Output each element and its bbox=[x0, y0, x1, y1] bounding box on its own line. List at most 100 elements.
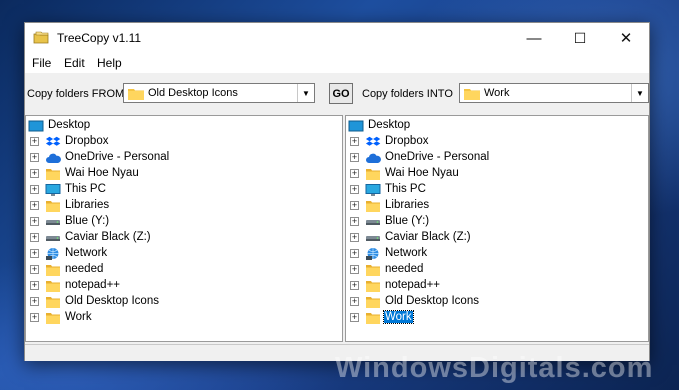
tree-item-label: Work bbox=[65, 311, 92, 323]
folder-icon bbox=[366, 297, 380, 308]
folder-icon bbox=[46, 297, 60, 308]
tree-item[interactable]: + This PC bbox=[346, 182, 648, 198]
tree-item-label: Caviar Black (Z:) bbox=[385, 231, 471, 243]
tree-item-label: needed bbox=[65, 263, 104, 275]
close-button[interactable]: ✕ bbox=[603, 23, 649, 53]
maximize-button[interactable]: ☐ bbox=[557, 23, 603, 53]
expand-icon[interactable]: + bbox=[30, 233, 39, 242]
menu-edit[interactable]: Edit bbox=[64, 56, 85, 70]
tree-item[interactable]: + Old Desktop Icons bbox=[26, 294, 342, 310]
folder-icon bbox=[128, 89, 144, 100]
tree-item[interactable]: + Dropbox bbox=[26, 134, 342, 150]
tree-item-label: This PC bbox=[65, 183, 106, 195]
chevron-down-icon[interactable]: ▼ bbox=[297, 84, 314, 102]
tree-item-label: Work bbox=[383, 310, 414, 324]
tree-item-label: Blue (Y:) bbox=[385, 215, 430, 227]
expand-icon[interactable]: + bbox=[350, 217, 359, 226]
drive-icon bbox=[366, 236, 380, 241]
tree-item[interactable]: + Caviar Black (Z:) bbox=[26, 230, 342, 246]
tree-item[interactable]: + This PC bbox=[26, 182, 342, 198]
tree-item-label: Wai Hoe Nyau bbox=[65, 167, 139, 179]
drive-icon bbox=[46, 220, 60, 225]
folder-icon bbox=[46, 281, 60, 292]
desktop-icon bbox=[28, 120, 44, 132]
tree-item[interactable]: + Wai Hoe Nyau bbox=[346, 166, 648, 182]
tree-item[interactable]: + needed bbox=[26, 262, 342, 278]
expand-icon[interactable]: + bbox=[350, 201, 359, 210]
expand-icon[interactable]: + bbox=[30, 249, 39, 258]
tree-item[interactable]: + Wai Hoe Nyau bbox=[26, 166, 342, 182]
tree-item[interactable]: + OneDrive - Personal bbox=[26, 150, 342, 166]
network-icon bbox=[46, 248, 59, 260]
tree-item[interactable]: + notepad++ bbox=[346, 278, 648, 294]
tree-item[interactable]: + Work bbox=[346, 310, 648, 326]
expand-icon[interactable]: + bbox=[30, 313, 39, 322]
expand-icon[interactable]: + bbox=[350, 297, 359, 306]
monitor-icon bbox=[365, 184, 381, 196]
dropbox-icon bbox=[45, 136, 61, 146]
tree-item[interactable]: + Network bbox=[346, 246, 648, 262]
menu-bar: File Edit Help bbox=[25, 53, 649, 73]
expand-icon[interactable]: + bbox=[350, 313, 359, 322]
tree-item-label: notepad++ bbox=[65, 279, 121, 291]
tree-item-label: Old Desktop Icons bbox=[385, 295, 479, 307]
expand-icon[interactable]: + bbox=[350, 185, 359, 194]
tree-item[interactable]: + notepad++ bbox=[26, 278, 342, 294]
expand-icon[interactable]: + bbox=[30, 265, 39, 274]
expand-icon[interactable]: + bbox=[350, 233, 359, 242]
app-icon bbox=[33, 31, 49, 44]
tree-item-label: OneDrive - Personal bbox=[65, 151, 170, 163]
drive-icon bbox=[46, 236, 60, 241]
tree-item-label: Caviar Black (Z:) bbox=[65, 231, 151, 243]
copy-into-combo[interactable]: Work ▼ bbox=[459, 83, 649, 103]
expand-icon[interactable]: + bbox=[350, 249, 359, 258]
source-tree-pane[interactable]: Desktop + Dropbox + OneDrive - Personal + Wai … bbox=[25, 115, 343, 342]
minimize-button[interactable]: — bbox=[511, 23, 557, 53]
tree-item[interactable]: + Dropbox bbox=[346, 134, 648, 150]
expand-icon[interactable]: + bbox=[350, 169, 359, 178]
toolbar: Copy folders FROM Old Desktop Icons ▼ GO… bbox=[25, 79, 649, 109]
expand-icon[interactable]: + bbox=[350, 137, 359, 146]
expand-icon[interactable]: + bbox=[30, 201, 39, 210]
menu-file[interactable]: File bbox=[32, 56, 51, 70]
tree-item-label: This PC bbox=[385, 183, 426, 195]
folder-icon bbox=[366, 265, 380, 276]
tree-item[interactable]: + OneDrive - Personal bbox=[346, 150, 648, 166]
folder-icon bbox=[46, 169, 60, 180]
menu-help[interactable]: Help bbox=[97, 56, 122, 70]
tree-item-label: Dropbox bbox=[65, 135, 109, 147]
expand-icon[interactable]: + bbox=[30, 137, 39, 146]
tree-item[interactable]: + Work bbox=[26, 310, 342, 326]
expand-icon[interactable]: + bbox=[30, 169, 39, 178]
tree-item[interactable]: + Blue (Y:) bbox=[26, 214, 342, 230]
tree-item-label: Network bbox=[385, 247, 428, 259]
chevron-down-icon[interactable]: ▼ bbox=[631, 84, 648, 102]
expand-icon[interactable]: + bbox=[350, 265, 359, 274]
expand-icon[interactable]: + bbox=[350, 281, 359, 290]
folder-icon bbox=[366, 169, 380, 180]
tree-item[interactable]: + Caviar Black (Z:) bbox=[346, 230, 648, 246]
copy-from-combo[interactable]: Old Desktop Icons ▼ bbox=[123, 83, 315, 103]
expand-icon[interactable]: + bbox=[30, 185, 39, 194]
tree-item-label: Desktop bbox=[368, 119, 411, 131]
tree-item[interactable]: + Old Desktop Icons bbox=[346, 294, 648, 310]
folder-icon bbox=[46, 265, 60, 276]
desktop-icon bbox=[348, 120, 364, 132]
expand-icon[interactable]: + bbox=[350, 153, 359, 162]
expand-icon[interactable]: + bbox=[30, 217, 39, 226]
expand-icon[interactable]: + bbox=[30, 297, 39, 306]
expand-icon[interactable]: + bbox=[30, 153, 39, 162]
go-button[interactable]: GO bbox=[329, 83, 353, 104]
treecopy-window: TreeCopy v1.11 — ☐ ✕ File Edit Help Copy… bbox=[24, 22, 650, 361]
tree-item[interactable]: + Libraries bbox=[26, 198, 342, 214]
title-bar[interactable]: TreeCopy v1.11 — ☐ ✕ bbox=[25, 23, 649, 53]
tree-item[interactable]: + Network bbox=[26, 246, 342, 262]
tree-item[interactable]: + Blue (Y:) bbox=[346, 214, 648, 230]
tree-item[interactable]: + needed bbox=[346, 262, 648, 278]
expand-icon[interactable]: + bbox=[30, 281, 39, 290]
tree-root-desktop[interactable]: Desktop bbox=[26, 118, 342, 134]
tree-root-desktop[interactable]: Desktop bbox=[346, 118, 648, 134]
tree-item[interactable]: + Libraries bbox=[346, 198, 648, 214]
copy-into-label: Copy folders INTO bbox=[362, 88, 453, 100]
destination-tree-pane[interactable]: Desktop + Dropbox + OneDrive - Personal + Wai … bbox=[345, 115, 649, 342]
